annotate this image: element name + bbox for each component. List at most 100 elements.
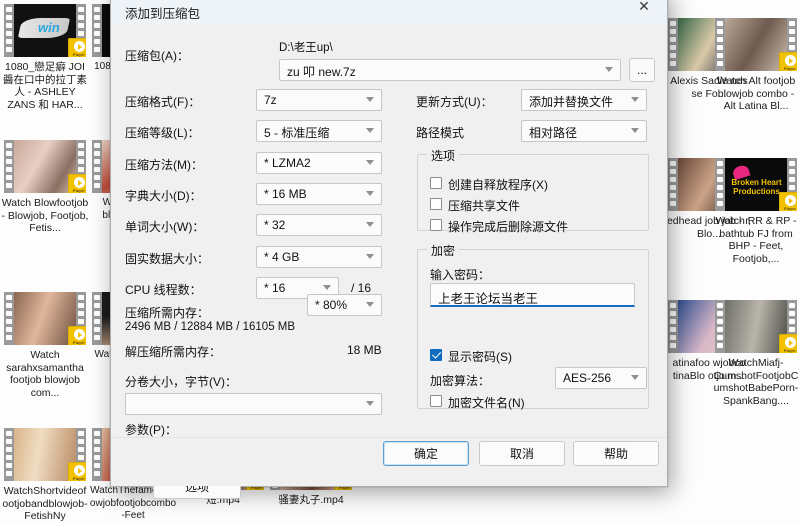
file-tile[interactable]: Player WatchMiafj-CumshotFootjobCumshotB… bbox=[712, 300, 800, 407]
media-player-icon: Player bbox=[68, 174, 86, 193]
chevron-down-icon bbox=[631, 128, 639, 133]
file-tile[interactable]: Player Watch sarahxsamantha footjob blow… bbox=[0, 292, 90, 399]
volume-size-combo[interactable] bbox=[125, 393, 382, 415]
archive-name-combo[interactable]: zu 叩 new.7z bbox=[279, 59, 621, 81]
film-sprocket-left bbox=[715, 300, 725, 353]
cancel-button[interactable]: 取消 bbox=[479, 441, 565, 466]
encryption-method-value: AES-256 bbox=[563, 371, 612, 385]
chevron-down-icon bbox=[605, 67, 613, 72]
checkbox-box bbox=[430, 395, 442, 407]
archive-path: D:\老王up\ bbox=[279, 42, 333, 54]
path-mode-combo[interactable]: 相对路径 bbox=[521, 120, 647, 142]
dictionary-size-combo[interactable]: * 16 MB bbox=[256, 183, 382, 205]
file-caption: Watch Alt footjob blowjob combo - Alt La… bbox=[716, 75, 796, 113]
solid-block-size-label: 固实数据大小： bbox=[125, 252, 210, 266]
dialog-title: 添加到压缩包 bbox=[125, 7, 201, 21]
video-thumbnail[interactable]: win Player bbox=[4, 4, 86, 57]
chevron-down-icon bbox=[366, 254, 374, 259]
checkbox-box bbox=[430, 177, 442, 189]
video-thumbnail[interactable]: Player bbox=[4, 140, 86, 193]
format-value: 7z bbox=[264, 93, 277, 107]
word-size-value: * 32 bbox=[264, 218, 286, 232]
chevron-down-icon bbox=[323, 285, 331, 290]
film-sprocket-left bbox=[668, 18, 678, 71]
film-sprocket-left bbox=[92, 428, 102, 481]
checkbox-box bbox=[430, 349, 442, 361]
chevron-down-icon bbox=[366, 160, 374, 165]
chevron-down-icon bbox=[366, 128, 374, 133]
chevron-down-icon bbox=[631, 97, 639, 102]
video-thumbnail[interactable]: Player bbox=[715, 18, 797, 71]
file-tile[interactable]: win Player 1080_戀足癖 JOI 醬在口中的拉丁素人 - ASHL… bbox=[0, 4, 90, 111]
password-input[interactable]: 上老王论坛当老王 bbox=[430, 283, 635, 307]
dialog-body: 压缩包(A)： D:\老王up\ zu 叩 new.7z ... 压缩格式(F)… bbox=[111, 25, 667, 499]
media-player-icon: Player bbox=[779, 192, 797, 211]
thumbnail-image bbox=[725, 300, 787, 353]
chevron-down-icon bbox=[366, 97, 374, 102]
thumbnail-image: Broken Heart Productions bbox=[725, 158, 787, 211]
update-mode-combo[interactable]: 添加并替换文件 bbox=[521, 89, 647, 111]
solid-block-size-combo[interactable]: * 4 GB bbox=[256, 246, 382, 268]
compress-memory-label: 压缩所需内存： bbox=[125, 306, 210, 320]
checkbox-encrypt-filenames[interactable]: 加密文件名(N) bbox=[430, 394, 525, 411]
word-size-combo[interactable]: * 32 bbox=[256, 214, 382, 236]
checkbox-label: 操作完成后删除源文件 bbox=[448, 220, 569, 234]
film-sprocket-left bbox=[668, 158, 678, 211]
film-sprocket-left bbox=[668, 300, 678, 353]
browse-button[interactable]: ... bbox=[629, 58, 655, 82]
film-sprocket-left bbox=[92, 292, 102, 345]
method-value: * LZMA2 bbox=[264, 156, 311, 170]
encryption-group-title: 加密 bbox=[427, 242, 460, 259]
film-sprocket-left bbox=[92, 4, 102, 57]
checkbox-label: 加密文件名(N) bbox=[448, 396, 525, 410]
file-caption: Watch sarahxsamantha footjob blowjob com… bbox=[6, 349, 84, 399]
path-mode-label: 路径模式 bbox=[416, 126, 465, 140]
path-mode-value: 相对路径 bbox=[529, 126, 578, 140]
file-caption: 1080_戀足癖 JOI 醬在口中的拉丁素人 - ASHLEY ZANS 和 H… bbox=[3, 61, 87, 111]
video-thumbnail[interactable]: Player bbox=[715, 300, 797, 353]
thumbnail-image bbox=[725, 18, 787, 71]
file-tile[interactable]: Broken Heart Productions Player Watch RR… bbox=[712, 158, 800, 265]
checkbox-show-password[interactable]: 显示密码(S) bbox=[430, 348, 512, 365]
checkbox-compress-shared[interactable]: 压缩共享文件 bbox=[430, 197, 520, 214]
checkbox-delete-after[interactable]: 操作完成后删除源文件 bbox=[430, 218, 568, 235]
film-sprocket-left bbox=[4, 428, 14, 481]
parameters-label: 参数(P)： bbox=[125, 423, 177, 437]
chevron-down-icon bbox=[366, 191, 374, 196]
media-player-icon: Player bbox=[68, 326, 86, 345]
file-caption: WatchShortvideofootjobandblowjob-FetishN… bbox=[2, 485, 88, 523]
checkbox-label: 压缩共享文件 bbox=[448, 199, 521, 213]
help-button[interactable]: 帮助 bbox=[573, 441, 659, 466]
film-sprocket-left bbox=[715, 18, 725, 71]
decompress-memory-value: 18 MB bbox=[347, 343, 382, 357]
encryption-method-combo[interactable]: AES-256 bbox=[555, 367, 647, 389]
format-combo[interactable]: 7z bbox=[256, 89, 382, 111]
memory-usage-combo[interactable]: * 80% bbox=[307, 294, 382, 316]
cpu-threads-total: / 16 bbox=[351, 281, 372, 295]
update-mode-label: 更新方式(U)： bbox=[416, 95, 493, 109]
chevron-down-icon bbox=[366, 222, 374, 227]
checkbox-create-sfx[interactable]: 创建自释放程序(X) bbox=[430, 176, 548, 193]
file-tile[interactable]: Player Watch Blowfootjob - Blowjob, Foot… bbox=[0, 140, 90, 235]
video-thumbnail[interactable]: Broken Heart Productions Player bbox=[715, 158, 797, 211]
decompress-memory-label: 解压缩所需内存： bbox=[125, 345, 222, 359]
file-tile[interactable]: Player WatchShortvideofootjobandblowjob-… bbox=[0, 428, 90, 523]
media-player-icon: Player bbox=[68, 38, 86, 57]
level-combo[interactable]: 5 - 标准压缩 bbox=[256, 120, 382, 142]
file-caption: Watch RR & RP - bathtub FJ from BHP - Fe… bbox=[715, 215, 797, 265]
video-thumbnail[interactable]: Player bbox=[4, 428, 86, 481]
method-combo[interactable]: * LZMA2 bbox=[256, 152, 382, 174]
media-player-icon: Player bbox=[779, 52, 797, 71]
update-mode-value: 添加并替换文件 bbox=[529, 95, 614, 109]
ok-button[interactable]: 确定 bbox=[383, 441, 469, 466]
video-thumbnail[interactable]: Player bbox=[4, 292, 86, 345]
film-sprocket-left bbox=[715, 158, 725, 211]
close-icon[interactable]: ✕ bbox=[621, 0, 667, 21]
file-caption: Watch Blowfootjob - Blowjob, Footjob, Fe… bbox=[1, 197, 89, 235]
file-tile[interactable]: Player Watch Alt footjob blowjob combo -… bbox=[712, 18, 800, 113]
solid-block-size-value: * 4 GB bbox=[264, 250, 300, 264]
word-size-label: 单词大小(W)： bbox=[125, 220, 205, 234]
dialog-titlebar[interactable]: 添加到压缩包 ✕ bbox=[111, 0, 667, 25]
memory-usage-value: * 80% bbox=[315, 298, 348, 312]
add-to-archive-dialog: 添加到压缩包 ✕ 压缩包(A)： D:\老王up\ zu 叩 new.7z ..… bbox=[110, 0, 668, 499]
